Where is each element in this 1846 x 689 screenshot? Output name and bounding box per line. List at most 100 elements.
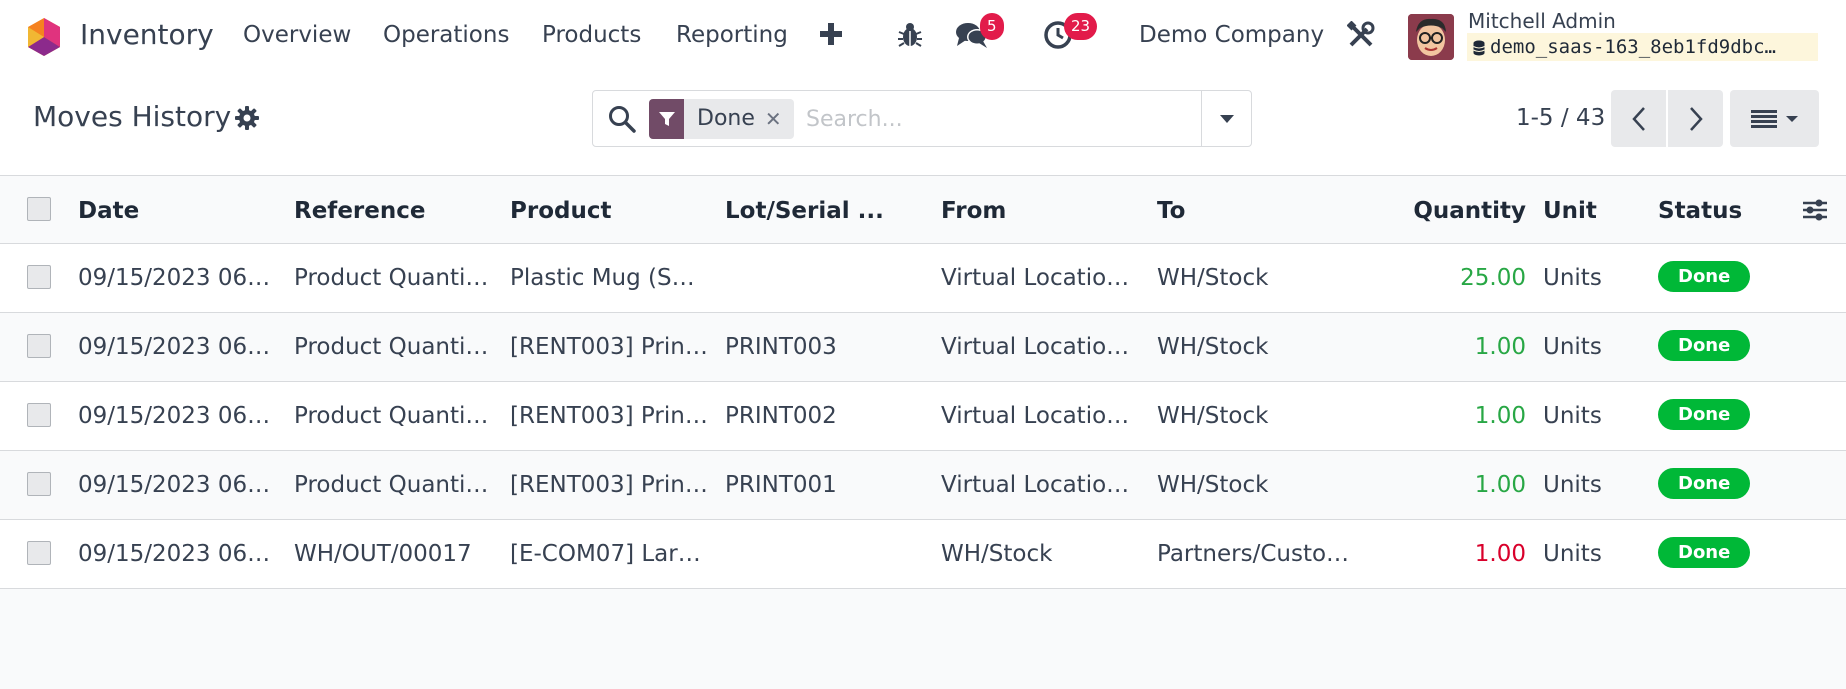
cell-product: [RENT003] Prin…	[510, 472, 708, 498]
chevron-right-icon	[1689, 106, 1703, 131]
column-unit[interactable]: Unit	[1543, 198, 1597, 224]
menu-reporting[interactable]: Reporting	[676, 22, 788, 48]
column-quantity[interactable]: Quantity	[1400, 198, 1526, 224]
search-icon[interactable]	[607, 104, 637, 134]
database-icon	[1473, 40, 1485, 56]
status-badge: Done	[1658, 399, 1751, 430]
table-row[interactable]: 09/15/2023 06:… WH/OUT/00017 [E-COM07] L…	[0, 520, 1846, 589]
cell-unit: Units	[1543, 334, 1602, 360]
column-to[interactable]: To	[1157, 198, 1185, 224]
cell-reference: Product Quanti…	[294, 334, 489, 360]
cell-to: WH/Stock	[1157, 265, 1269, 291]
column-reference[interactable]: Reference	[294, 198, 425, 224]
cell-quantity: 25.00	[1460, 265, 1526, 291]
table-row[interactable]: 09/15/2023 06:… Product Quanti… [RENT003…	[0, 382, 1846, 451]
cell-from: WH/Stock	[941, 541, 1053, 567]
cell-lot: PRINT003	[725, 334, 837, 360]
row-checkbox[interactable]	[27, 472, 51, 496]
cell-unit: Units	[1543, 472, 1602, 498]
database-label: demo_saas-163_8eb1fd9dbc…	[1490, 36, 1776, 58]
status-badge: Done	[1658, 261, 1751, 292]
avatar[interactable]	[1408, 14, 1454, 60]
cell-reference: Product Quanti…	[294, 472, 489, 498]
menu-operations[interactable]: Operations	[383, 22, 509, 48]
cell-date: 09/15/2023 06:…	[78, 403, 274, 429]
cell-product: [RENT003] Prin…	[510, 334, 708, 360]
bug-icon[interactable]	[897, 21, 923, 49]
column-product[interactable]: Product	[510, 198, 611, 224]
caret-down-icon	[1785, 115, 1798, 122]
cell-reference: WH/OUT/00017	[294, 541, 472, 567]
top-navbar: Inventory Overview Operations Products R…	[0, 0, 1846, 74]
status-badge: Done	[1658, 330, 1751, 361]
moves-list: Date Reference Product Lot/Serial ... Fr…	[0, 175, 1846, 689]
row-checkbox[interactable]	[27, 334, 51, 358]
cell-to: WH/Stock	[1157, 472, 1269, 498]
company-switcher[interactable]: Demo Company	[1139, 22, 1324, 48]
search-options-toggle[interactable]	[1201, 91, 1251, 146]
facet-value: Done	[697, 106, 755, 131]
select-all-checkbox[interactable]	[27, 197, 51, 221]
cell-unit: Units	[1543, 265, 1602, 291]
cell-quantity: 1.00	[1474, 403, 1526, 429]
cell-from: Virtual Locatio…	[941, 334, 1130, 360]
cell-from: Virtual Locatio…	[941, 472, 1130, 498]
user-name[interactable]: Mitchell Admin	[1468, 9, 1616, 33]
cell-quantity: 1.00	[1474, 334, 1526, 360]
gear-icon[interactable]	[235, 106, 259, 130]
table-row[interactable]: 09/15/2023 06:… Product Quanti… [RENT003…	[0, 313, 1846, 382]
cell-lot: PRINT001	[725, 472, 837, 498]
cell-reference: Product Quanti…	[294, 265, 489, 291]
optional-columns-icon[interactable]	[1802, 198, 1828, 222]
pager-value[interactable]: 1-5 / 43	[1516, 105, 1605, 131]
column-from[interactable]: From	[941, 198, 1006, 224]
row-checkbox[interactable]	[27, 541, 51, 565]
list-view-icon	[1750, 109, 1777, 128]
column-date[interactable]: Date	[78, 198, 139, 224]
row-checkbox[interactable]	[27, 265, 51, 289]
status-badge: Done	[1658, 537, 1751, 568]
cell-to: WH/Stock	[1157, 403, 1269, 429]
cell-to: Partners/Custo…	[1157, 541, 1350, 567]
cell-date: 09/15/2023 06:…	[78, 541, 274, 567]
database-name: demo_saas-163_8eb1fd9dbc…	[1467, 33, 1818, 61]
app-name[interactable]: Inventory	[80, 18, 214, 51]
search-bar: Done ✕	[592, 90, 1252, 147]
filter-icon	[649, 99, 684, 139]
close-icon[interactable]: ✕	[765, 99, 794, 139]
cell-date: 09/15/2023 06:…	[78, 334, 274, 360]
menu-products[interactable]: Products	[542, 22, 641, 48]
row-checkbox[interactable]	[27, 403, 51, 427]
activities-badge: 23	[1064, 13, 1098, 40]
cell-from: Virtual Locatio…	[941, 265, 1130, 291]
column-lot-serial[interactable]: Lot/Serial ...	[725, 198, 884, 224]
cell-unit: Units	[1543, 403, 1602, 429]
page-title[interactable]: Moves History	[33, 100, 231, 133]
cell-date: 09/15/2023 06:…	[78, 472, 274, 498]
table-row[interactable]: 09/15/2023 06:… Product Quanti… Plastic …	[0, 244, 1846, 313]
menu-overview[interactable]: Overview	[243, 22, 351, 48]
cell-reference: Product Quanti…	[294, 403, 489, 429]
search-input[interactable]	[806, 101, 1186, 137]
status-badge: Done	[1658, 468, 1751, 499]
pager-previous-button[interactable]	[1611, 90, 1666, 147]
tools-icon[interactable]	[1347, 21, 1375, 49]
view-switcher-button[interactable]	[1730, 90, 1819, 147]
search-facet: Done ✕	[649, 99, 794, 139]
cell-product: [E-COM07] Lar…	[510, 541, 701, 567]
column-status[interactable]: Status	[1658, 198, 1742, 224]
app-logo-icon[interactable]	[26, 17, 62, 57]
cell-product: Plastic Mug (SUB)	[510, 265, 710, 291]
table-row[interactable]: 09/15/2023 06:… Product Quanti… [RENT003…	[0, 451, 1846, 520]
messages-badge: 5	[980, 13, 1004, 40]
cell-lot: PRINT002	[725, 403, 837, 429]
caret-down-icon	[1219, 114, 1234, 123]
cell-unit: Units	[1543, 541, 1602, 567]
plus-icon[interactable]	[816, 19, 846, 49]
chevron-left-icon	[1631, 106, 1645, 131]
cell-product: [RENT003] Prin…	[510, 403, 708, 429]
cell-quantity: 1.00	[1474, 472, 1526, 498]
pager-next-button[interactable]	[1668, 90, 1723, 147]
table-header: Date Reference Product Lot/Serial ... Fr…	[0, 175, 1846, 244]
cell-from: Virtual Locatio…	[941, 403, 1130, 429]
